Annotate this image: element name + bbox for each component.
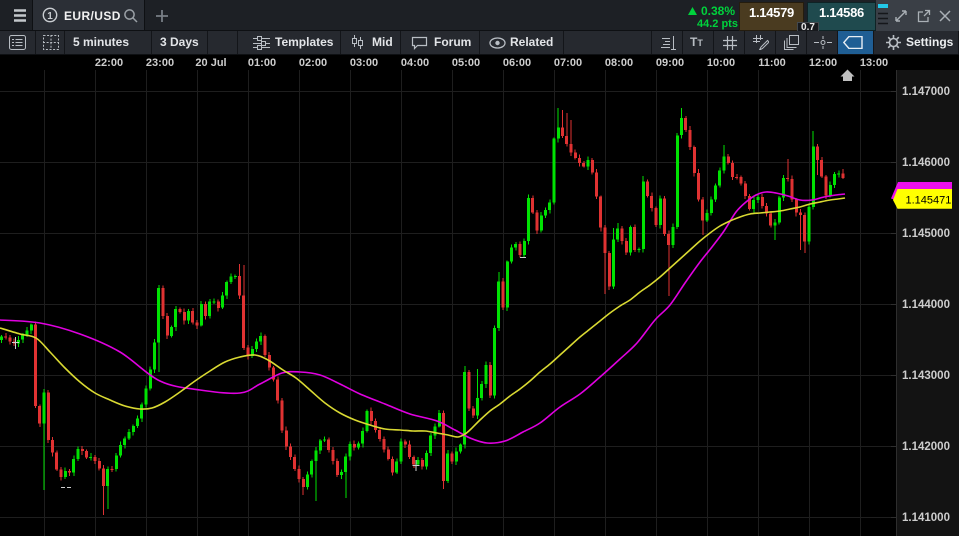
svg-text:1.145000: 1.145000 xyxy=(902,228,950,240)
svg-text:10:00: 10:00 xyxy=(707,57,735,69)
svg-text:22:00: 22:00 xyxy=(95,57,123,69)
svg-text:03:00: 03:00 xyxy=(350,57,378,69)
svg-text:06:00: 06:00 xyxy=(503,57,531,69)
svg-text:1.143000: 1.143000 xyxy=(902,370,950,382)
svg-text:11:00: 11:00 xyxy=(758,57,786,69)
svg-text:1: 1 xyxy=(47,11,53,22)
svg-text:09:00: 09:00 xyxy=(656,57,684,69)
svg-text:08:00: 08:00 xyxy=(605,57,633,69)
svg-text:1.145471: 1.145471 xyxy=(906,194,952,206)
svg-text:1.147000: 1.147000 xyxy=(902,86,950,98)
svg-text:1.144000: 1.144000 xyxy=(902,299,950,311)
svg-text:1.141000: 1.141000 xyxy=(902,512,950,524)
svg-text:1.146000: 1.146000 xyxy=(902,157,950,169)
svg-text:20 Jul: 20 Jul xyxy=(195,57,226,69)
svg-text:12:00: 12:00 xyxy=(809,57,837,69)
svg-text:13:00: 13:00 xyxy=(860,57,888,69)
svg-text:01:00: 01:00 xyxy=(248,57,276,69)
svg-text:23:00: 23:00 xyxy=(146,57,174,69)
svg-text:07:00: 07:00 xyxy=(554,57,582,69)
svg-text:02:00: 02:00 xyxy=(299,57,327,69)
svg-text:05:00: 05:00 xyxy=(452,57,480,69)
svg-text:04:00: 04:00 xyxy=(401,57,429,69)
svg-text:1.142000: 1.142000 xyxy=(902,441,950,453)
